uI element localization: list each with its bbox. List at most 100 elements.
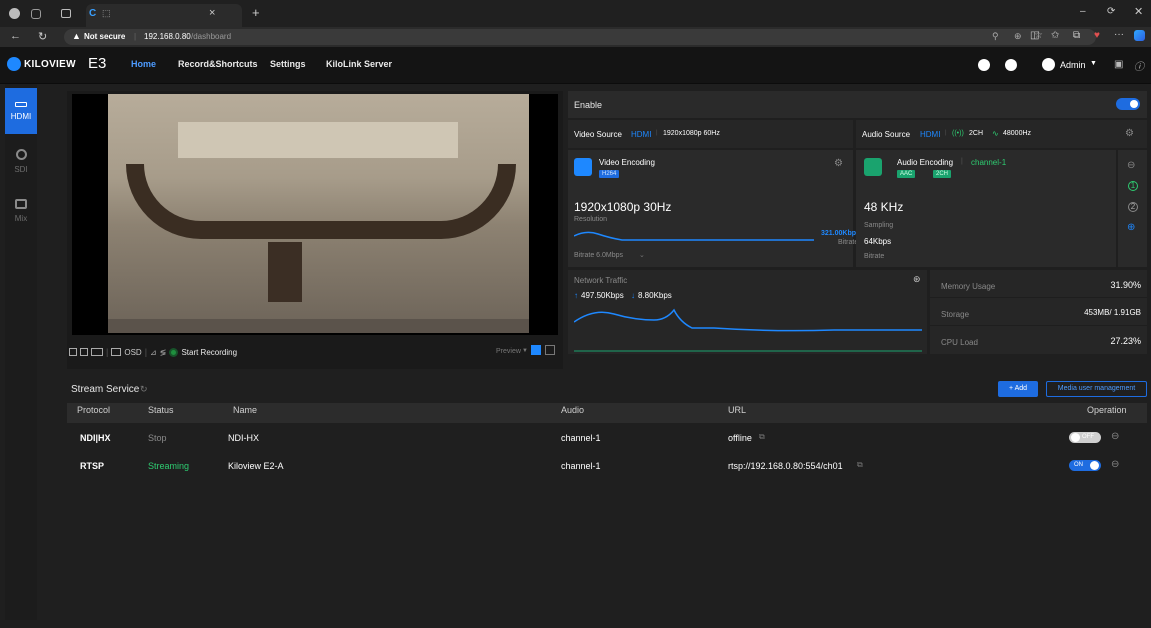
- record-icon[interactable]: [169, 347, 179, 357]
- storage-label: Storage: [941, 310, 970, 319]
- language-icon[interactable]: [1005, 59, 1017, 71]
- audio-encoding-channel: channel-1: [971, 158, 1007, 167]
- sdi-icon: [15, 148, 27, 160]
- audio-codec-badge: AAC: [897, 170, 916, 178]
- restore-icon[interactable]: ⟳: [1107, 6, 1115, 17]
- toggle-label: OFF: [1082, 434, 1094, 440]
- grid-1x2-icon[interactable]: [80, 348, 88, 356]
- nav-settings[interactable]: Settings: [270, 59, 306, 69]
- url-cell: rtsp://192.168.0.80:554/ch01: [728, 461, 843, 471]
- alert-icon[interactable]: [978, 59, 990, 71]
- audio-channels: 2CH: [969, 130, 984, 137]
- divider: |: [961, 158, 963, 165]
- tab-close-icon[interactable]: ×: [209, 7, 215, 19]
- extension-icon[interactable]: ♥: [1094, 30, 1100, 41]
- toolbar-divider: |: [106, 347, 109, 357]
- memory-usage-row: Memory Usage 31.90%: [930, 270, 1147, 298]
- volume-icon[interactable]: ≶: [160, 348, 167, 357]
- enable-toggle[interactable]: [1116, 98, 1140, 110]
- video-preview-image[interactable]: [108, 94, 529, 333]
- settings-gear-icon[interactable]: ⚙: [1125, 128, 1134, 139]
- table-header-row: [67, 403, 1147, 423]
- more-icon[interactable]: ···: [1114, 29, 1124, 40]
- reader-icon[interactable]: ⊕: [1014, 31, 1022, 42]
- status-cell: Streaming: [148, 461, 190, 471]
- copy-icon[interactable]: ⧉: [759, 432, 765, 442]
- wall-panel: [178, 122, 458, 158]
- avatar[interactable]: [1042, 58, 1055, 71]
- stream-toggle[interactable]: ON: [1069, 460, 1101, 471]
- start-recording-button[interactable]: Start Recording: [181, 348, 237, 357]
- enable-label: Enable: [574, 100, 603, 110]
- flip-icon[interactable]: ⊿: [150, 348, 157, 357]
- url-host: 192.168.0.80: [144, 32, 191, 41]
- browser-tab-active[interactable]: C ⬚ ×: [86, 4, 242, 27]
- url-field[interactable]: ▲ Not secure | 192.168.0.80 /dashboard ⚲…: [64, 29, 1096, 45]
- memory-usage-label: Memory Usage: [941, 282, 996, 291]
- snapshot-icon[interactable]: [531, 345, 541, 355]
- video-encoding-icon: [574, 158, 592, 176]
- video-encoding-card: Video Encoding H264 ⚙ 1920x1080p 30Hz Re…: [568, 150, 860, 267]
- tab-actions-icon[interactable]: [61, 9, 71, 18]
- globe-icon[interactable]: ⊛: [913, 274, 921, 285]
- sidebar-item-sdi[interactable]: SDI: [5, 138, 37, 184]
- collections-icon[interactable]: ⧉: [1073, 30, 1080, 41]
- add-stream-button[interactable]: + Add: [998, 381, 1038, 397]
- remove-stream-icon[interactable]: ⊖: [1111, 459, 1119, 470]
- toggle-knob: [1090, 461, 1099, 470]
- user-name[interactable]: Admin: [1060, 60, 1086, 70]
- workspaces-icon[interactable]: [31, 9, 41, 19]
- back-icon[interactable]: ←: [10, 30, 21, 42]
- sampling-label: Sampling: [864, 222, 894, 229]
- add-channel-icon[interactable]: ⊕: [1127, 222, 1135, 233]
- favorites-icon[interactable]: ✩: [1051, 30, 1059, 41]
- window-close-icon[interactable]: ✕: [1134, 5, 1143, 18]
- osd-label[interactable]: OSD: [124, 348, 141, 357]
- stream-toggle[interactable]: OFF: [1069, 432, 1101, 443]
- enable-row: Enable: [568, 91, 1147, 118]
- user-menu-chevron-down-icon[interactable]: ▼: [1090, 60, 1097, 67]
- osd-icon[interactable]: [111, 348, 122, 356]
- refresh-icon[interactable]: ↻: [140, 384, 148, 395]
- stream-service-panel: Stream Service ↻ + Add Media user manage…: [67, 377, 1147, 620]
- bitrate-setting[interactable]: Bitrate 6.0Mbps: [574, 252, 623, 259]
- toggle-label: ON: [1074, 462, 1083, 468]
- profile-icon[interactable]: [9, 8, 20, 19]
- preview-dropdown[interactable]: Preview: [496, 348, 521, 355]
- column-header-protocol: Protocol: [77, 405, 111, 415]
- video-encoding-gear-icon[interactable]: ⚙: [834, 158, 843, 169]
- sidebar-item-hdmi[interactable]: HDMI: [5, 88, 37, 134]
- video-source-value: HDMI: [631, 130, 652, 139]
- copilot-icon[interactable]: [1134, 30, 1145, 41]
- minimize-icon[interactable]: –: [1080, 6, 1086, 17]
- audio-bitrate-label: Bitrate: [864, 253, 885, 260]
- network-traffic-chart: [574, 308, 922, 352]
- nav-record-shortcuts[interactable]: Record&Shortcuts: [178, 59, 258, 69]
- channel-1-button[interactable]: 1: [1128, 181, 1138, 191]
- preview-chevron-down-icon[interactable]: ▼: [522, 348, 528, 354]
- bitrate-chevron-down-icon[interactable]: ⌄: [639, 251, 645, 259]
- kiloview-logo-icon: [7, 57, 21, 71]
- video-source-row: Video Source HDMI | 1920x1080p 60Hz: [568, 120, 853, 148]
- new-tab-icon[interactable]: +: [252, 5, 260, 20]
- split-screen-icon[interactable]: ◫: [1030, 30, 1039, 41]
- nav-home[interactable]: Home: [131, 59, 156, 69]
- toggle-knob: [1071, 433, 1080, 442]
- remove-stream-icon[interactable]: ⊖: [1111, 431, 1119, 442]
- grid-2x2-icon[interactable]: [69, 348, 77, 356]
- remove-channel-icon[interactable]: ⊖: [1127, 160, 1135, 171]
- fullscreen-icon[interactable]: [545, 345, 555, 355]
- download-arrow-icon: ↓: [631, 291, 635, 300]
- reload-icon[interactable]: ↻: [38, 30, 47, 43]
- nav-kilolink-server[interactable]: KiloLink Server: [326, 59, 392, 69]
- ptz-icon[interactable]: [91, 348, 103, 356]
- media-user-management-button[interactable]: Media user management: [1046, 381, 1147, 397]
- copy-icon[interactable]: ⧉: [857, 460, 863, 470]
- channel-2-button[interactable]: 2: [1128, 202, 1138, 212]
- network-traffic-card: Network Traffic ⊛ ↑ 497.50Kbps ↓ 8.80Kbp…: [568, 270, 927, 354]
- sidebar-item-mix[interactable]: Mix: [5, 188, 37, 234]
- key-icon[interactable]: ⚲: [992, 31, 999, 42]
- divider: |: [656, 130, 658, 136]
- panel-icon[interactable]: ▣: [1114, 59, 1123, 70]
- info-icon[interactable]: ⓘ: [1134, 58, 1144, 73]
